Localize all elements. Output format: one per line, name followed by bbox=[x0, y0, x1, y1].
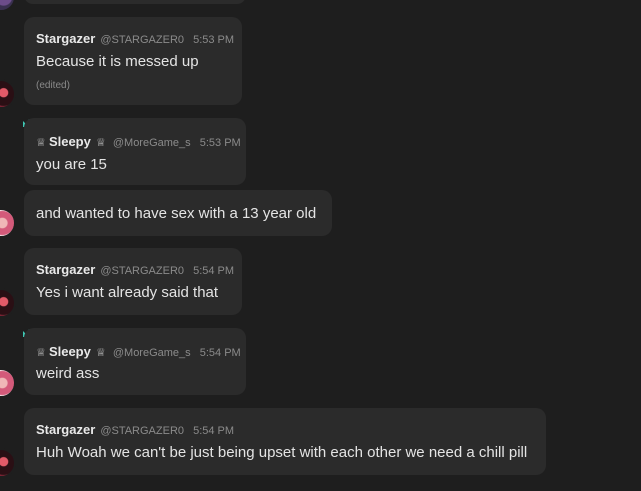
message-header: ♕ Sleepy ♕ @MoreGame_s 5:53 PM bbox=[36, 134, 241, 149]
message-bubble[interactable]: ♕ Sleepy ♕ @MoreGame_s 5:54 PM weird ass bbox=[24, 328, 246, 395]
message-text: weird ass bbox=[36, 365, 100, 382]
message-text: you are 15 bbox=[36, 156, 107, 173]
timestamp: 5:53 PM bbox=[193, 34, 235, 46]
crown-icon: ♕ bbox=[95, 347, 106, 359]
timestamp: 5:53 PM bbox=[199, 137, 241, 149]
username[interactable]: Sleepy bbox=[49, 134, 91, 149]
message-text: and wanted to have sex with a 13 year ol… bbox=[36, 205, 317, 222]
avatar[interactable] bbox=[0, 208, 16, 238]
username[interactable]: Stargazer bbox=[36, 31, 95, 46]
message-bubble[interactable]: Stargazer @STARGAZER0 5:54 PM Yes i want… bbox=[24, 248, 242, 315]
crown-icon: ♕ bbox=[36, 347, 46, 359]
user-handle: @STARGAZER0 bbox=[100, 425, 185, 437]
message-text: Because it is messed up bbox=[36, 53, 199, 70]
message-bubble[interactable]: ♕ Sleepy ♕ @MoreGame_s 5:53 PM you are 1… bbox=[24, 118, 246, 185]
username[interactable]: Stargazer bbox=[36, 422, 95, 437]
avatar[interactable] bbox=[0, 368, 16, 398]
message-header: Stargazer @STARGAZER0 5:53 PM bbox=[36, 31, 234, 46]
edited-label: (edited) bbox=[36, 80, 70, 91]
message-header: Stargazer @STARGAZER0 5:54 PM bbox=[36, 422, 234, 437]
user-handle: @MoreGame_s bbox=[112, 347, 191, 359]
message-bubble[interactable]: Stargazer @STARGAZER0 5:54 PM Huh Woah w… bbox=[24, 408, 546, 475]
message-text: Yes i want already said that bbox=[36, 284, 219, 301]
user-handle: @STARGAZER0 bbox=[100, 265, 185, 277]
message-feed: Stargazer @STARGAZER0 5:53 PM Because it… bbox=[0, 0, 641, 491]
message-bubble[interactable]: and wanted to have sex with a 13 year ol… bbox=[24, 190, 332, 236]
message-text: Huh Woah we can't be just being upset wi… bbox=[36, 444, 528, 461]
message-header: ♕ Sleepy ♕ @MoreGame_s 5:54 PM bbox=[36, 344, 241, 359]
message-header: Stargazer @STARGAZER0 5:54 PM bbox=[36, 262, 234, 277]
avatar[interactable] bbox=[0, 79, 16, 109]
username[interactable]: Sleepy bbox=[49, 344, 91, 359]
user-handle: @STARGAZER0 bbox=[100, 34, 185, 46]
timestamp: 5:54 PM bbox=[193, 265, 235, 277]
user-handle: @MoreGame_s bbox=[112, 137, 191, 149]
avatar[interactable] bbox=[0, 288, 16, 318]
username[interactable]: Stargazer bbox=[36, 262, 95, 277]
message-bubble-partial bbox=[24, 0, 246, 4]
timestamp: 5:54 PM bbox=[199, 347, 241, 359]
avatar[interactable] bbox=[0, 448, 16, 478]
message-bubble[interactable]: Stargazer @STARGAZER0 5:53 PM Because it… bbox=[24, 17, 242, 105]
timestamp: 5:54 PM bbox=[193, 425, 235, 437]
crown-icon: ♕ bbox=[95, 137, 106, 149]
avatar[interactable] bbox=[0, 0, 16, 12]
crown-icon: ♕ bbox=[36, 137, 46, 149]
